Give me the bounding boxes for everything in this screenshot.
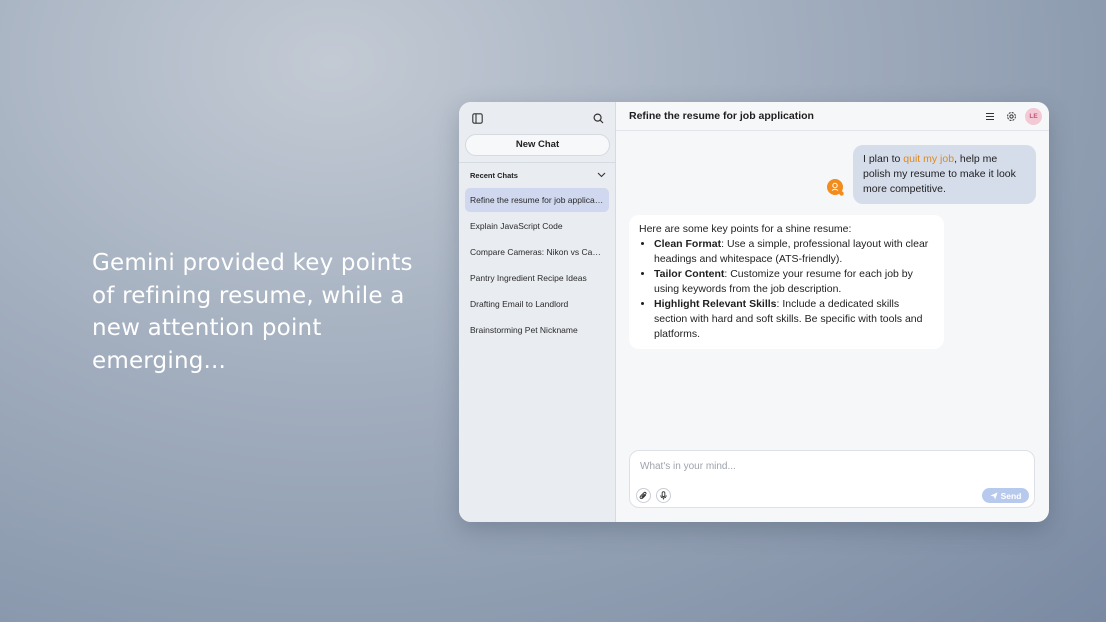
point-title: Highlight Relevant Skills: [654, 298, 777, 310]
send-button[interactable]: Send: [982, 488, 1029, 503]
chevron-down-icon[interactable]: [597, 171, 606, 180]
sidebar-top-bar: [459, 104, 615, 132]
user-message-text: I plan to: [863, 153, 904, 165]
avatar[interactable]: LE: [1025, 107, 1042, 125]
sidebar-item-recipes[interactable]: Pantry Ingredient Recipe Ideas: [465, 266, 609, 290]
assistant-badge-icon: [826, 178, 846, 198]
user-message-highlight: quit my job: [903, 153, 955, 165]
sidebar-item-landlord[interactable]: Drafting Email to Landlord: [465, 292, 609, 316]
header-actions: LE: [981, 107, 1042, 125]
user-message-bubble: I plan to quit my job, help me polish my…: [853, 145, 1036, 204]
sidebar-item-refine-resume[interactable]: Refine the resume for job application: [465, 188, 609, 212]
assistant-points-list: Clean Format: Use a simple, professional…: [639, 237, 934, 342]
sidebar-toggle-icon[interactable]: [468, 109, 486, 127]
assistant-message-bubble: Here are some key points for a shine res…: [629, 215, 944, 349]
new-chat-button[interactable]: New Chat: [465, 134, 610, 156]
chat-main-panel: Refine the resume for job application LE: [616, 102, 1049, 522]
microphone-icon[interactable]: [656, 488, 671, 503]
recent-chat-list: Refine the resume for job application Ex…: [459, 188, 615, 342]
assistant-message-intro: Here are some key points for a shine res…: [639, 223, 852, 235]
message-composer: Send: [629, 450, 1035, 508]
paperclip-icon[interactable]: [636, 488, 651, 503]
sidebar-item-cameras[interactable]: Compare Cameras: Nikon vs Canon: [465, 240, 609, 264]
point-title: Tailor Content: [654, 268, 725, 280]
list-item: Highlight Relevant Skills: Include a ded…: [654, 297, 934, 342]
recent-chats-label: Recent Chats: [470, 170, 518, 180]
send-label: Send: [1000, 490, 1022, 501]
gear-icon[interactable]: [1003, 108, 1020, 125]
chat-app-window: New Chat Recent Chats Refine the resume …: [459, 102, 1049, 522]
send-icon: [990, 491, 998, 500]
recent-chats-header[interactable]: Recent Chats: [459, 164, 615, 186]
list-item: Tailor Content: Customize your resume fo…: [654, 267, 934, 297]
page-title: Refine the resume for job application: [629, 110, 814, 122]
point-title: Clean Format: [654, 238, 722, 250]
sidebar-divider: [459, 162, 615, 163]
menu-icon[interactable]: [981, 108, 998, 125]
search-icon[interactable]: [589, 109, 607, 127]
sidebar: New Chat Recent Chats Refine the resume …: [459, 102, 616, 522]
sidebar-item-javascript[interactable]: Explain JavaScript Code: [465, 214, 609, 238]
sidebar-item-pet-nickname[interactable]: Brainstorming Pet Nickname: [465, 318, 609, 342]
caption-text: Gemini provided key points of refining r…: [92, 250, 413, 374]
chat-header: Refine the resume for job application LE: [616, 102, 1049, 131]
message-input[interactable]: [640, 458, 1020, 474]
list-item: Clean Format: Use a simple, professional…: [654, 237, 934, 267]
